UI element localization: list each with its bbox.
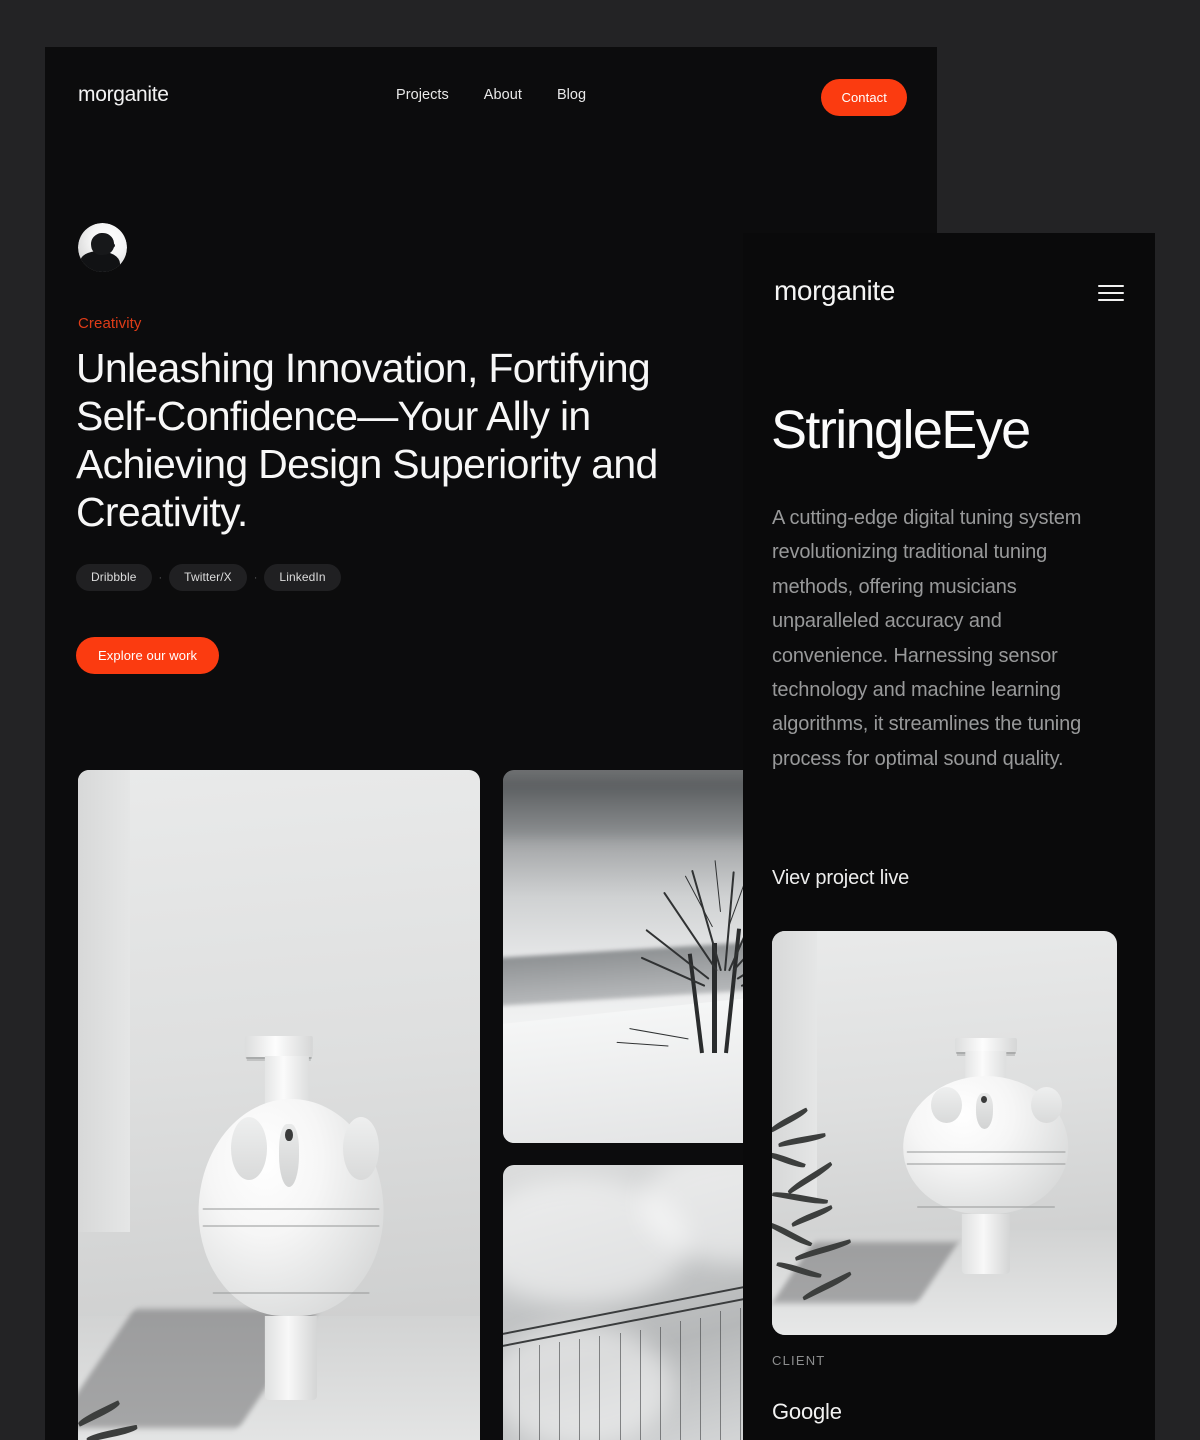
vase-photo-illustration xyxy=(78,770,480,1440)
hamburger-bar-3 xyxy=(1098,299,1124,301)
project-description: A cutting-edge digital tuning system rev… xyxy=(772,507,1082,770)
project-title: StringleEye xyxy=(771,400,1031,460)
gallery-image-vase[interactable] xyxy=(78,770,480,1440)
explore-work-button[interactable]: Explore our work xyxy=(76,637,220,674)
social-chip-linkedin[interactable]: LinkedIn xyxy=(264,564,341,591)
vase-photo-illustration-mobile xyxy=(772,931,1117,1335)
primary-nav: Projects About Blog xyxy=(396,87,586,103)
hero-eyebrow: Creativity xyxy=(78,315,142,332)
brand-logo[interactable]: morganite xyxy=(78,83,169,107)
social-separator-1: · xyxy=(158,571,163,584)
hero-headline: Unleashing Innovation, Fortifying Self-C… xyxy=(76,345,658,535)
hamburger-bar-2 xyxy=(1098,292,1124,294)
project-hero-image[interactable] xyxy=(772,931,1117,1335)
avatar xyxy=(78,223,127,272)
client-label: CLIENT xyxy=(772,1353,826,1368)
nav-item-projects[interactable]: Projects xyxy=(396,87,449,103)
mobile-brand-logo[interactable]: morganite xyxy=(774,275,895,307)
hamburger-icon[interactable] xyxy=(1096,283,1126,303)
mobile-preview-panel: morganite StringleEye A cutting-edge dig… xyxy=(743,233,1155,1440)
client-value: Google xyxy=(772,1399,842,1424)
social-chip-dribbble[interactable]: Dribbble xyxy=(76,564,152,591)
nav-item-blog[interactable]: Blog xyxy=(557,87,586,103)
desktop-navbar: morganite Projects About Blog Contact xyxy=(45,47,937,147)
social-chip-twitter[interactable]: Twitter/X xyxy=(169,564,247,591)
social-links: Dribbble · Twitter/X · LinkedIn xyxy=(76,564,341,591)
view-project-live-link[interactable]: Viev project live xyxy=(772,867,909,890)
social-separator-2: · xyxy=(253,571,258,584)
hamburger-bar-1 xyxy=(1098,285,1124,287)
nav-item-about[interactable]: About xyxy=(484,87,522,103)
contact-button[interactable]: Contact xyxy=(821,79,907,116)
